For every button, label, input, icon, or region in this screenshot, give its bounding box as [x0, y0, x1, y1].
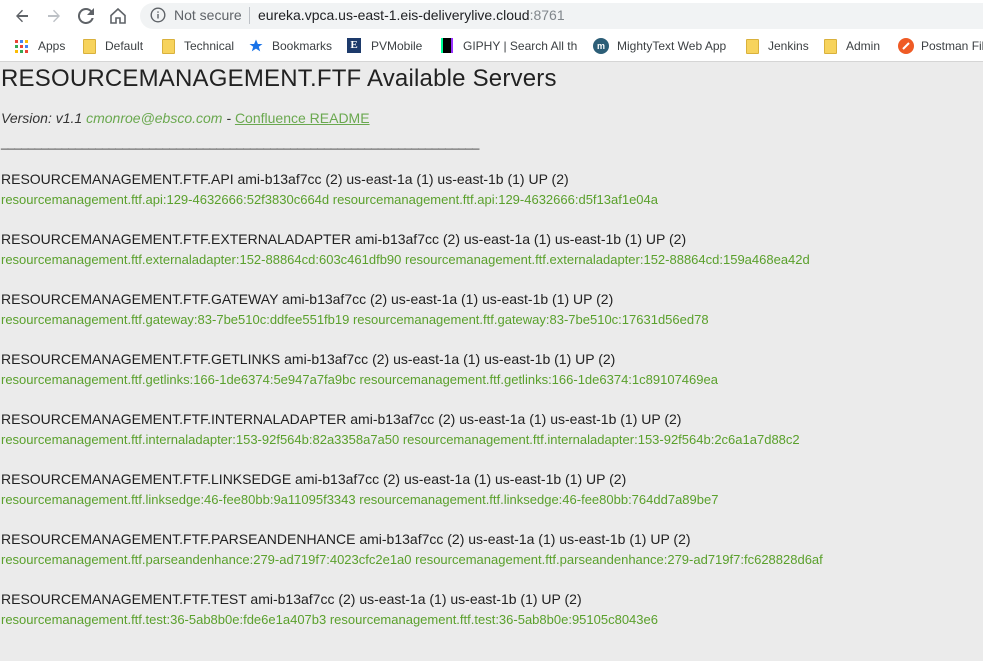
postman-rocket-icon [902, 42, 910, 50]
star-icon [249, 39, 263, 52]
back-arrow-icon [16, 9, 28, 23]
service-instances: resourcemanagement.ftf.gateway:83-7be510… [1, 312, 709, 327]
service-entry: RESOURCEMANAGEMENT.FTF.PARSEANDENHANCE a… [1, 531, 823, 567]
service-instances: resourcemanagement.ftf.linksedge:46-fee8… [1, 492, 719, 507]
apps-grid-icon [15, 40, 28, 53]
bookmark-pvmobile[interactable]: PVMobile [371, 39, 422, 53]
service-header: RESOURCEMANAGEMENT.FTF.GATEWAY ami-b13af… [1, 291, 614, 307]
reload-button[interactable] [74, 4, 98, 28]
readme-link[interactable]: Confluence README [235, 110, 370, 126]
folder-icon [746, 39, 759, 54]
author-email: cmonroe@ebsco.com [86, 110, 223, 126]
version-text: Version: v1.1 [1, 110, 83, 126]
bookmark-bookmarks[interactable]: Bookmarks [272, 39, 332, 53]
service-instances: resourcemanagement.ftf.parseandenhance:2… [1, 552, 823, 567]
browser-toolbar: Not secure eureka.vpca.us-east-1.eis-del… [0, 0, 983, 32]
version-line: Version: v1.1 cmonroe@ebsco.com - Conflu… [1, 110, 370, 126]
service-entry: RESOURCEMANAGEMENT.FTF.GETLINKS ami-b13a… [1, 351, 718, 387]
folder-icon [162, 39, 175, 54]
service-header: RESOURCEMANAGEMENT.FTF.GETLINKS ami-b13a… [1, 351, 616, 367]
url-text[interactable]: eureka.vpca.us-east-1.eis-deliverylive.c… [258, 7, 565, 23]
bookmarks-bar: Apps Default Technical Bookmarks E PVMob… [0, 32, 983, 62]
horizontal-rule: ________________________________________… [1, 135, 479, 150]
service-header: RESOURCEMANAGEMENT.FTF.INTERNALADAPTER a… [1, 411, 682, 427]
version-dash: - [222, 110, 235, 126]
service-instances: resourcemanagement.ftf.test:36-5ab8b0e:f… [1, 612, 658, 627]
service-entry: RESOURCEMANAGEMENT.FTF.INTERNALADAPTER a… [1, 411, 800, 447]
page-title: RESOURCEMANAGEMENT.FTF Available Servers [1, 65, 557, 92]
home-button[interactable] [106, 4, 130, 28]
not-secure-label[interactable]: Not secure [174, 7, 242, 23]
bookmark-technical[interactable]: Technical [184, 39, 234, 53]
bookmark-mightytext[interactable]: MightyText Web App [617, 39, 726, 53]
home-icon [110, 8, 126, 24]
folder-icon [83, 39, 96, 54]
bookmark-apps[interactable]: Apps [38, 39, 65, 53]
bookmark-admin[interactable]: Admin [846, 39, 880, 53]
url-port: :8761 [529, 7, 565, 23]
service-header: RESOURCEMANAGEMENT.FTF.TEST ami-b13af7cc… [1, 591, 582, 607]
forward-button[interactable] [42, 4, 66, 28]
service-header: RESOURCEMANAGEMENT.FTF.LINKSEDGE ami-b13… [1, 471, 627, 487]
back-button[interactable] [10, 4, 34, 28]
address-separator [249, 7, 250, 24]
url-host: eureka.vpca.us-east-1.eis-deliverylive.c… [258, 7, 530, 23]
postman-icon [898, 38, 914, 54]
e-logo-icon: E [347, 38, 361, 53]
forward-arrow-icon [48, 9, 60, 23]
service-instances: resourcemanagement.ftf.getlinks:166-1de6… [1, 372, 718, 387]
bookmark-giphy[interactable]: GIPHY | Search All the [463, 39, 577, 53]
service-instances: resourcemanagement.ftf.api:129-4632666:5… [1, 192, 658, 207]
service-instances: resourcemanagement.ftf.internaladapter:1… [1, 432, 800, 447]
service-entry: RESOURCEMANAGEMENT.FTF.LINKSEDGE ami-b13… [1, 471, 718, 507]
reload-icon [78, 8, 94, 24]
mightytext-icon: m [593, 38, 609, 54]
service-entry: RESOURCEMANAGEMENT.FTF.EXTERNALADAPTER a… [1, 231, 810, 267]
bookmark-default[interactable]: Default [105, 39, 143, 53]
service-entry: RESOURCEMANAGEMENT.FTF.API ami-b13af7cc … [1, 171, 658, 207]
bookmark-jenkins[interactable]: Jenkins [768, 39, 809, 53]
folder-icon [824, 39, 837, 54]
service-instances: resourcemanagement.ftf.externaladapter:1… [1, 252, 810, 267]
service-header: RESOURCEMANAGEMENT.FTF.PARSEANDENHANCE a… [1, 531, 691, 547]
info-icon[interactable] [150, 7, 166, 23]
service-header: RESOURCEMANAGEMENT.FTF.EXTERNALADAPTER a… [1, 231, 687, 247]
service-entry: RESOURCEMANAGEMENT.FTF.GATEWAY ami-b13af… [1, 291, 709, 327]
service-entry: RESOURCEMANAGEMENT.FTF.TEST ami-b13af7cc… [1, 591, 658, 627]
giphy-icon [441, 38, 453, 53]
service-header: RESOURCEMANAGEMENT.FTF.API ami-b13af7cc … [1, 171, 569, 187]
bookmark-postman[interactable]: Postman Fil [921, 39, 983, 53]
